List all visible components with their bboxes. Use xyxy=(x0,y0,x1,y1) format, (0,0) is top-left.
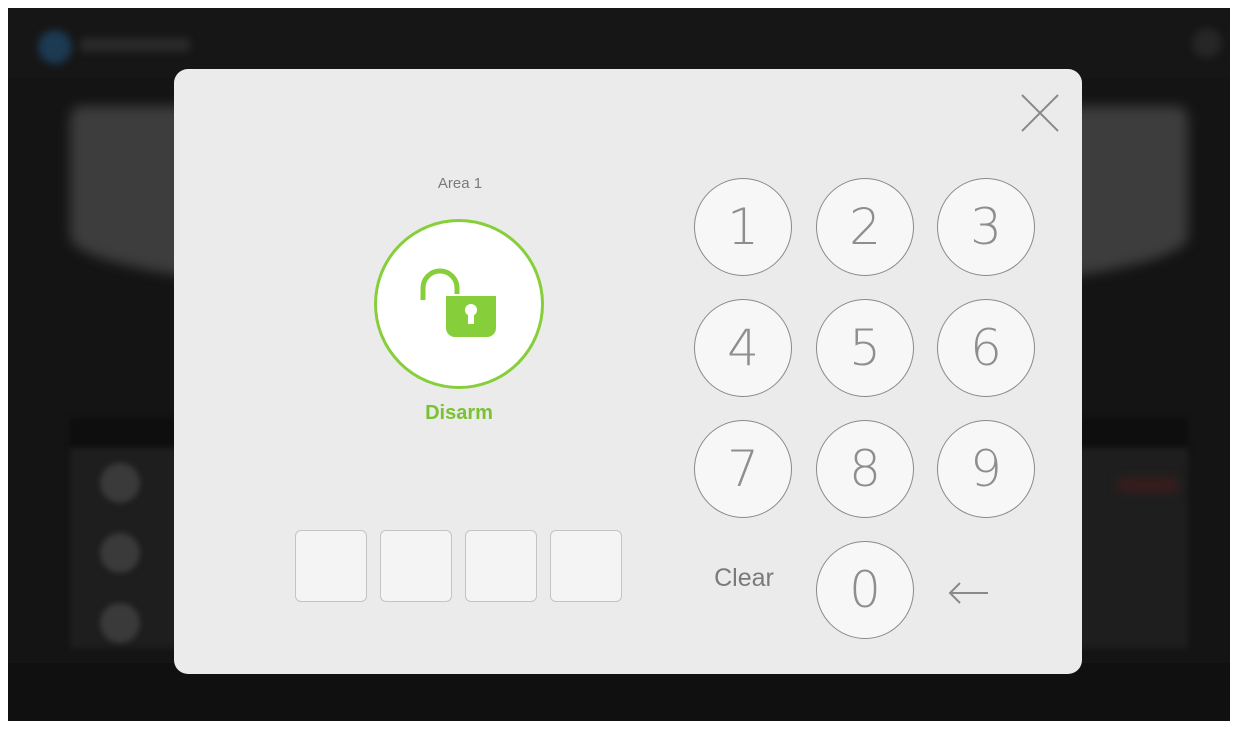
key-6[interactable]: 6 xyxy=(937,299,1035,397)
background-alert xyxy=(1118,478,1178,492)
key-0[interactable]: 0 xyxy=(816,541,914,639)
pin-entry xyxy=(295,530,622,602)
key-5[interactable]: 5 xyxy=(816,299,914,397)
close-icon xyxy=(1021,94,1059,132)
disarm-label: Disarm xyxy=(425,402,493,424)
key-9[interactable]: 9 xyxy=(937,420,1035,518)
key-8[interactable]: 8 xyxy=(816,420,914,518)
pin-digit-slot xyxy=(550,530,622,602)
background-user-icon xyxy=(1192,28,1222,58)
pin-digit-slot xyxy=(295,530,367,602)
unlocked-padlock-icon xyxy=(420,268,496,337)
clear-button[interactable]: Clear xyxy=(684,564,804,593)
background-logo xyxy=(38,30,72,64)
background-title xyxy=(80,38,190,52)
key-3[interactable]: 3 xyxy=(937,178,1035,276)
background-dot xyxy=(100,603,140,643)
close-button[interactable] xyxy=(1018,91,1062,135)
key-7[interactable]: 7 xyxy=(694,420,792,518)
key-1[interactable]: 1 xyxy=(694,178,792,276)
background-top-bar xyxy=(8,8,1230,78)
disarm-button[interactable] xyxy=(374,219,544,389)
background-dot xyxy=(100,463,140,503)
left-arrow-icon xyxy=(948,582,988,604)
pin-digit-slot xyxy=(465,530,537,602)
pin-digit-slot xyxy=(380,530,452,602)
key-4[interactable]: 4 xyxy=(694,299,792,397)
keypad-modal: Area 1 Disarm 1 2 3 4 5 6 7 8 9 0 Clear xyxy=(174,69,1082,674)
key-2[interactable]: 2 xyxy=(816,178,914,276)
backspace-button[interactable] xyxy=(942,565,998,621)
area-label: Area 1 xyxy=(437,175,483,192)
background-dot xyxy=(100,533,140,573)
